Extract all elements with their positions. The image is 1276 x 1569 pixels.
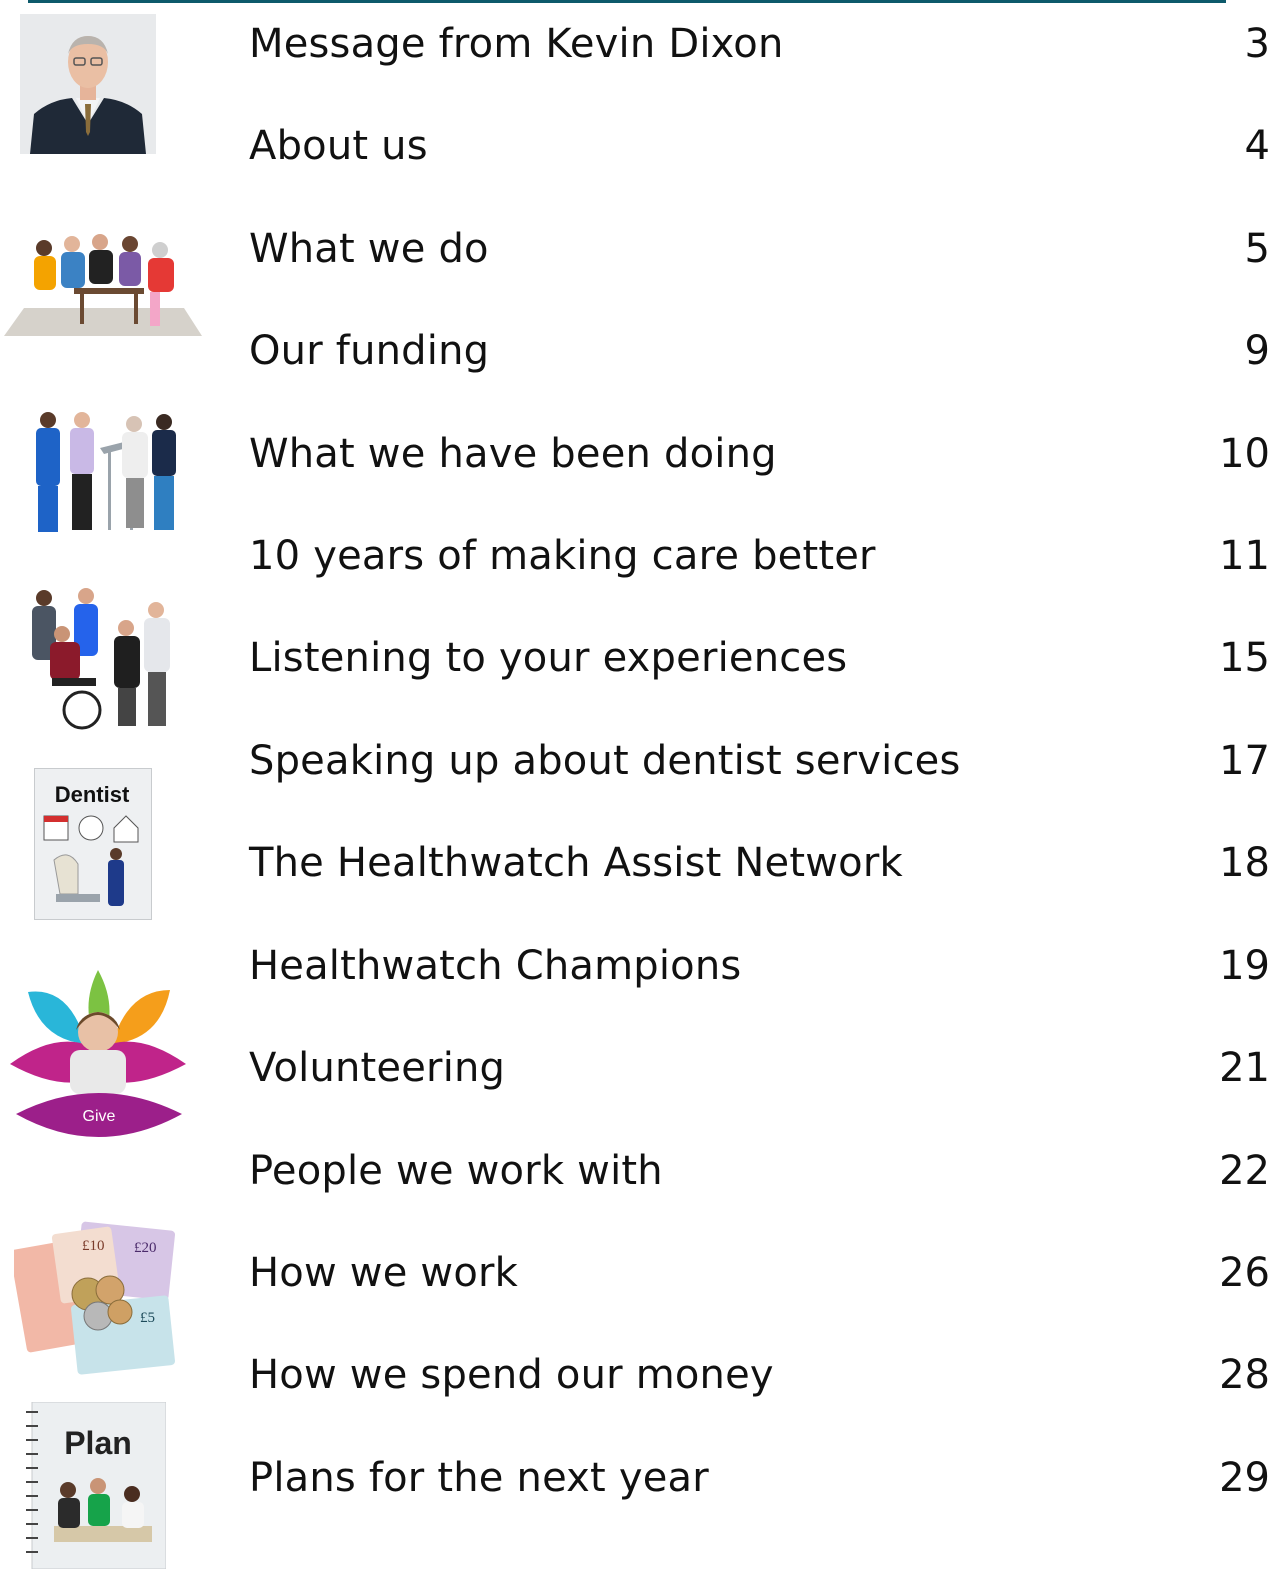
toc-entry-title: 10 years of making care better (249, 533, 876, 579)
toc-entry-page: 18 (1219, 840, 1270, 886)
toc-entry-page: 19 (1219, 943, 1270, 989)
toc-entry[interactable]: Speaking up about dentist services 17 (0, 731, 1276, 791)
toc-entry-page: 9 (1244, 328, 1270, 374)
toc-entry[interactable]: Listening to your experiences 15 (0, 628, 1276, 688)
toc-entry-page: 22 (1219, 1148, 1270, 1194)
toc-entry-page: 26 (1219, 1250, 1270, 1296)
toc-entry[interactable]: 10 years of making care better 11 (0, 526, 1276, 586)
toc-entry[interactable]: What we have been doing 10 (0, 424, 1276, 484)
toc-entry[interactable]: How we work 26 (0, 1243, 1276, 1303)
toc-entry-page: 5 (1244, 226, 1270, 272)
toc-entry[interactable]: Message from Kevin Dixon 3 (0, 14, 1276, 74)
toc-entry[interactable]: People we work with 22 (0, 1141, 1276, 1201)
toc-entry[interactable]: Volunteering 21 (0, 1038, 1276, 1098)
toc-entry[interactable]: Plans for the next year 29 (0, 1448, 1276, 1508)
table-of-contents: Message from Kevin Dixon 3 About us 4 Wh… (0, 0, 1276, 1569)
toc-entry-title: Healthwatch Champions (249, 943, 742, 989)
toc-entry-title: People we work with (249, 1148, 663, 1194)
toc-entry-page: 11 (1219, 533, 1270, 579)
toc-entry[interactable]: Our funding 9 (0, 321, 1276, 381)
toc-entry[interactable]: What we do 5 (0, 219, 1276, 279)
toc-entry-page: 3 (1244, 21, 1270, 67)
toc-entry-title: Our funding (249, 328, 490, 374)
toc-entry-page: 29 (1219, 1455, 1270, 1501)
toc-entry-title: Plans for the next year (249, 1455, 709, 1501)
toc-entry-page: 15 (1219, 635, 1270, 681)
toc-entry-page: 28 (1219, 1352, 1270, 1398)
toc-entry-page: 4 (1244, 123, 1270, 169)
toc-entry-title: Volunteering (249, 1045, 506, 1091)
toc-entry-title: The Healthwatch Assist Network (249, 840, 903, 886)
toc-entry-title: Listening to your experiences (249, 635, 848, 681)
toc-entry[interactable]: Healthwatch Champions 19 (0, 936, 1276, 996)
toc-entry-page: 17 (1219, 738, 1270, 784)
toc-entry-title: Message from Kevin Dixon (249, 21, 784, 67)
toc-entry-title: What we do (249, 226, 489, 272)
toc-entry-title: How we work (249, 1250, 519, 1296)
toc-entry-title: About us (249, 123, 428, 169)
toc-entry[interactable]: About us 4 (0, 116, 1276, 176)
toc-entry-title: What we have been doing (249, 431, 777, 477)
toc-entry-title: How we spend our money (249, 1352, 774, 1398)
toc-entry[interactable]: How we spend our money 28 (0, 1345, 1276, 1405)
toc-entry[interactable]: The Healthwatch Assist Network 18 (0, 833, 1276, 893)
toc-entry-title: Speaking up about dentist services (249, 738, 961, 784)
toc-entry-page: 21 (1219, 1045, 1270, 1091)
toc-entry-page: 10 (1219, 431, 1270, 477)
